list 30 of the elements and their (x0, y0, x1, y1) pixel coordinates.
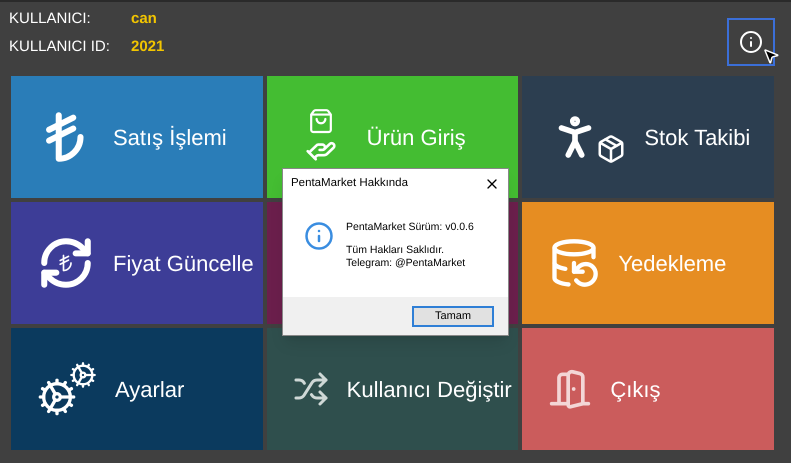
contact-text: Telegram: @PentaMarket (346, 257, 466, 270)
gears-icon (37, 361, 97, 417)
user-label: KULLANICI: (9, 9, 92, 29)
tile-label: Satış İşlemi (113, 124, 227, 152)
tile-label: Stok Takibi (644, 124, 750, 152)
menu-tile[interactable]: Stok Takibi (522, 76, 774, 198)
tile-label: Yedekleme (618, 250, 726, 278)
mouse-cursor-icon (762, 47, 780, 65)
version-text: PentaMarket Sürüm: v0.0.6 (346, 221, 474, 234)
info-icon (739, 30, 763, 54)
dialog-title: PentaMarket Hakkında (291, 176, 408, 192)
menu-tile[interactable]: Çıkış (522, 328, 774, 450)
tile-label: Çıkış (610, 376, 660, 404)
info-icon (304, 221, 334, 251)
info-button[interactable] (727, 18, 775, 66)
ok-button[interactable]: Tamam (412, 306, 494, 326)
door-exit-icon (548, 367, 592, 411)
user-id-label: KULLANICI ID: (9, 36, 111, 56)
tile-label: Ayarlar (115, 376, 184, 404)
shuffle-icon (292, 371, 329, 407)
menu-tile[interactable]: Fiyat Güncelle (11, 202, 263, 324)
menu-tile[interactable]: Ayarlar (11, 328, 263, 450)
rights-text: Tüm Hakları Saklıdır. (346, 244, 446, 257)
tile-label: Ürün Giriş (366, 124, 466, 152)
menu-tile[interactable]: Satış İşlemi (11, 76, 263, 198)
tile-label: Kullanıcı Değiştir (346, 376, 512, 404)
user-name: can (131, 9, 158, 29)
menu-tile[interactable]: Kullanıcı Değiştir (266, 328, 518, 450)
tile-label: Fiyat Güncelle (113, 250, 254, 278)
user-id-value: 2021 (131, 36, 164, 56)
